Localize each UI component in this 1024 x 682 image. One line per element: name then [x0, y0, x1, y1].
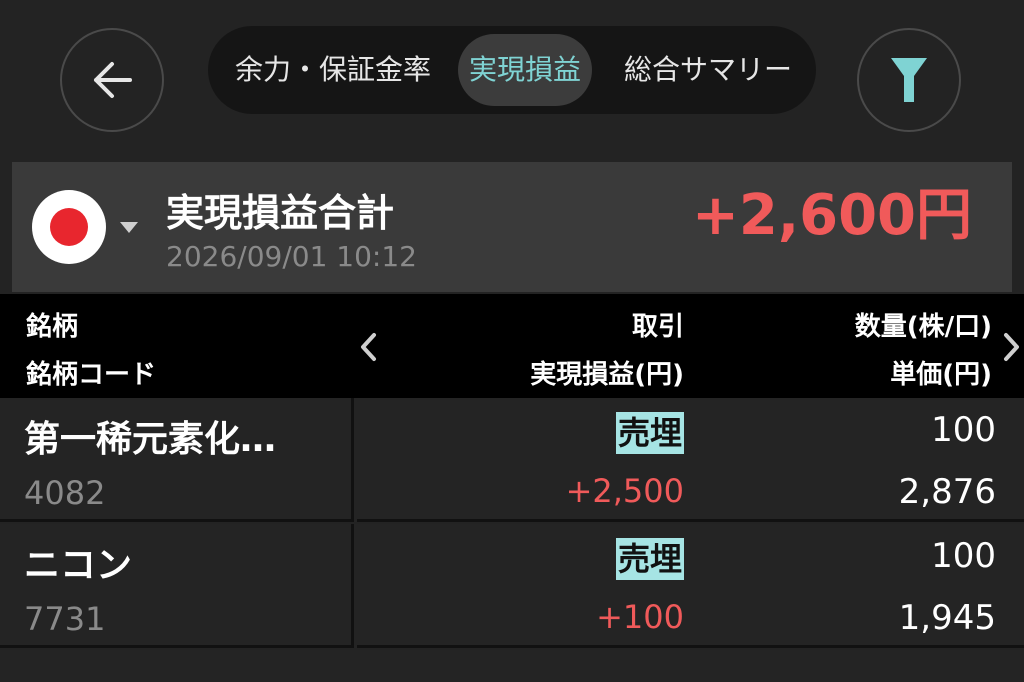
header-name: 銘柄 — [26, 312, 79, 342]
realized-pnl-value: +2,500 — [565, 472, 684, 510]
back-button[interactable] — [60, 28, 164, 132]
realized-pnl-value: +100 — [596, 598, 684, 636]
quantity-value: 100 — [931, 536, 996, 576]
stock-code: 4082 — [24, 474, 106, 512]
summary-total: +2,600円 — [691, 183, 972, 248]
chevron-right-icon[interactable] — [1002, 332, 1022, 362]
segmented-tabs: 余力・保証金率 実現損益 総合サマリー — [208, 26, 816, 114]
stock-cell: 第一稀元素化… 4082 — [0, 398, 354, 522]
tab-realized-pnl[interactable]: 実現損益 — [458, 34, 592, 106]
realized-pnl-summary: 実現損益合計 2026/09/01 10:12 +2,600円 — [12, 162, 1012, 292]
summary-title: 実現損益合計 — [166, 191, 395, 235]
tab-margin-rate[interactable]: 余力・保証金率 — [218, 34, 448, 106]
table-header: 銘柄 銘柄コード 取引 実現損益(円) 数量(株/口) 単価(円) — [0, 294, 1024, 398]
stock-cell: ニコン 7731 — [0, 524, 354, 648]
header-price: 単価(円) — [890, 360, 992, 390]
header-code: 銘柄コード — [26, 360, 157, 390]
filter-button[interactable] — [857, 28, 961, 132]
chevron-down-icon[interactable] — [120, 222, 138, 234]
header-trade: 取引 — [631, 312, 684, 342]
summary-datetime: 2026/09/01 10:12 — [166, 240, 417, 273]
header-pnl: 実現損益(円) — [530, 360, 684, 390]
table-row[interactable]: ニコン 7731 売埋 +100 100 1,945 — [0, 524, 1024, 648]
back-arrow-icon — [94, 62, 132, 98]
flag-sun — [50, 208, 88, 246]
top-bar: 余力・保証金率 実現損益 総合サマリー — [0, 0, 1024, 160]
chevron-left-icon[interactable] — [358, 332, 378, 362]
trade-type-badge: 売埋 — [615, 538, 684, 580]
table-row[interactable]: 第一稀元素化… 4082 売埋 +2,500 100 2,876 — [0, 398, 1024, 522]
list-bottom-area — [0, 650, 1024, 682]
tab-overall-summary[interactable]: 総合サマリー — [603, 34, 813, 106]
stock-name: ニコン — [24, 545, 133, 586]
trade-data-cell: 売埋 +2,500 100 2,876 — [357, 398, 1024, 522]
stock-name: 第一稀元素化… — [24, 419, 277, 460]
quantity-value: 100 — [931, 410, 996, 450]
filter-funnel-icon — [891, 58, 927, 102]
unit-price-value: 2,876 — [898, 472, 996, 512]
trade-data-cell: 売埋 +100 100 1,945 — [357, 524, 1024, 648]
unit-price-value: 1,945 — [898, 598, 996, 638]
stock-code: 7731 — [24, 600, 106, 638]
header-qty: 数量(株/口) — [854, 312, 992, 342]
japan-flag-icon[interactable] — [32, 190, 106, 264]
trade-type-badge: 売埋 — [615, 412, 684, 454]
